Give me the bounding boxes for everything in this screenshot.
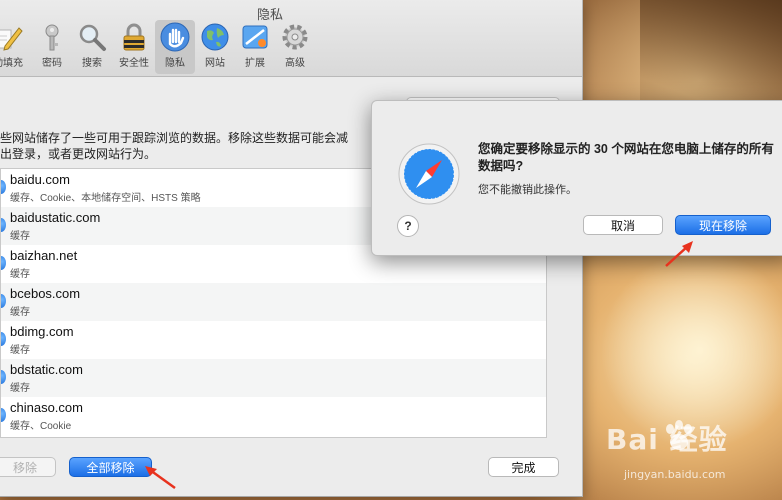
remove-now-button[interactable]: 现在移除 [675, 215, 771, 235]
site-detail: 缓存 [10, 269, 30, 280]
annotation-arrow-icon [665, 241, 693, 267]
toolbar-label: 高级 [285, 58, 305, 69]
done-button[interactable]: 完成 [488, 457, 559, 477]
toolbar-passwords[interactable]: 密码 [32, 20, 72, 74]
list-item[interactable]: chinaso.com 缓存、Cookie [1, 397, 546, 435]
baidu-jingyan-watermark: Bai 经验 jingyan.baidu.com [600, 410, 775, 490]
key-icon [45, 24, 59, 51]
toolbar-label: 安全性 [119, 58, 149, 69]
magnifier-icon [79, 24, 106, 51]
toolbar-extensions[interactable]: 扩展 [235, 20, 275, 74]
site-detail: 缓存、Cookie、本地储存空间、HSTS 策略 [10, 193, 201, 204]
remove-button[interactable]: 移除 [0, 457, 56, 477]
toolbar-autofill[interactable]: 动填充 [0, 20, 28, 74]
globe-icon [201, 23, 229, 51]
desktop-shade [640, 0, 782, 110]
remove-all-button[interactable]: 全部移除 [69, 457, 152, 477]
site-detail: 缓存 [10, 383, 30, 394]
website-icon [1, 332, 6, 346]
site-name: bdstatic.com [10, 362, 83, 377]
toolbar-label: 密码 [42, 58, 62, 69]
toolbar-security[interactable]: 安全性 [114, 20, 154, 74]
gear-icon [282, 24, 308, 50]
watermark-url: jingyan.baidu.com [624, 468, 726, 481]
dialog-message: 您确定要移除显示的 30 个网站在您电脑上储存的所有数据吗? [478, 142, 774, 173]
toolbar-websites[interactable]: 网站 [195, 20, 235, 74]
toolbar-label: 动填充 [0, 58, 23, 69]
toolbar-label: 扩展 [245, 58, 265, 69]
toolbar-label: 网站 [205, 58, 225, 69]
toolbar-privacy[interactable]: 隐私 [155, 20, 195, 74]
titlebar: 隐私 动填充 密码 搜索 [0, 0, 582, 77]
website-icon [1, 370, 6, 384]
site-name: bdimg.com [10, 324, 74, 339]
site-detail: 缓存 [10, 307, 30, 318]
toolbar-search[interactable]: 搜索 [72, 20, 112, 74]
list-item[interactable]: bcebos.com 缓存 [1, 283, 546, 321]
website-icon [1, 408, 6, 422]
site-detail: 缓存、Cookie [10, 421, 72, 432]
toolbar-label: 搜索 [82, 58, 102, 69]
site-name: baidustatic.com [10, 210, 101, 225]
website-icon [1, 256, 6, 270]
cancel-button[interactable]: 取消 [583, 215, 663, 235]
site-name: baizhan.net [10, 248, 78, 263]
lock-icon [123, 23, 145, 51]
list-item[interactable]: bdstatic.com 缓存 [1, 359, 546, 397]
website-icon [1, 180, 6, 194]
remove-confirmation-dialog: 您确定要移除显示的 30 个网站在您电脑上储存的所有数据吗? 您不能撤销此操作。… [371, 100, 782, 256]
site-name: bcebos.com [10, 286, 81, 301]
help-button[interactable]: ? [397, 215, 419, 237]
pencil-icon [0, 27, 23, 51]
dialog-informative-text: 您不能撤销此操作。 [478, 184, 577, 196]
toolbar-label: 隐私 [165, 58, 185, 69]
paw-icon [666, 420, 692, 450]
list-item[interactable]: bdimg.com 缓存 [1, 321, 546, 359]
site-detail: 缓存 [10, 345, 30, 356]
website-icon [1, 294, 6, 308]
safari-compass-icon [398, 143, 460, 205]
toolbar-advanced[interactable]: 高级 [275, 20, 315, 74]
site-name: chinaso.com [10, 400, 83, 415]
site-name: baidu.com [10, 172, 70, 187]
hand-icon [160, 22, 190, 52]
puzzle-icon [242, 25, 268, 49]
website-icon [1, 218, 6, 232]
site-detail: 缓存 [10, 231, 30, 242]
annotation-arrow-icon [145, 466, 176, 490]
